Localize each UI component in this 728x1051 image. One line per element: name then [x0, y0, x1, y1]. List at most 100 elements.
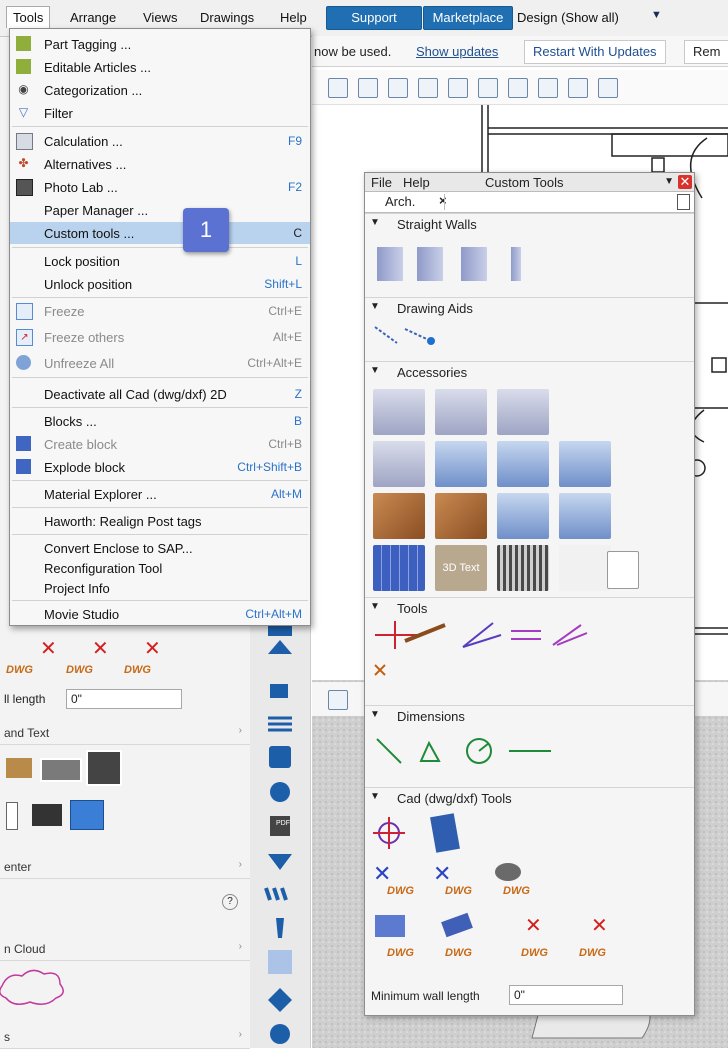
menu-item-create-block[interactable]: Create block Ctrl+B: [10, 433, 310, 455]
section-accessories[interactable]: ▼ Accessories: [365, 361, 694, 382]
menu-item-deactivate-cad[interactable]: Deactivate all Cad (dwg/dxf) 2D Z: [10, 383, 310, 405]
section-tools[interactable]: ▼ Tools: [365, 597, 694, 618]
zoom-out-icon[interactable]: [448, 78, 468, 98]
menu-item-filter[interactable]: ▽ Filter: [10, 102, 310, 124]
section-cloud[interactable]: n Cloud ›: [0, 938, 250, 961]
support-button[interactable]: Support: [326, 6, 422, 30]
menu-item-freeze[interactable]: Freeze Ctrl+E: [10, 300, 310, 322]
menu-item-unlock-position[interactable]: Unlock position Shift+L: [10, 273, 310, 295]
image-icon[interactable]: [6, 758, 32, 778]
cad-hide-icon[interactable]: ✕: [433, 861, 451, 887]
window-frame-icon[interactable]: [559, 441, 611, 487]
menu-item-lock-position[interactable]: Lock position L: [10, 250, 310, 272]
menu-item-freeze-others[interactable]: ↗ Freeze others Alt+E: [10, 326, 310, 348]
zoom-in-icon[interactable]: [418, 78, 438, 98]
document-icon[interactable]: [6, 802, 18, 830]
drape-icon[interactable]: [497, 493, 549, 539]
cad-deactivate-icon[interactable]: ✕: [373, 861, 391, 887]
menu-item-project-info[interactable]: Project Info: [10, 577, 310, 599]
section-straight-walls[interactable]: ▼ Straight Walls: [365, 213, 694, 234]
menu-item-reconfiguration[interactable]: Reconfiguration Tool: [10, 557, 310, 579]
zoom-selection-icon[interactable]: [508, 78, 528, 98]
image-text-icon[interactable]: [40, 758, 82, 782]
menu-item-paper-manager[interactable]: Paper Manager ...: [10, 199, 310, 221]
remove-button[interactable]: Rem: [684, 40, 728, 64]
wall-tool-icon[interactable]: [417, 247, 443, 281]
double-drape-icon[interactable]: [559, 493, 611, 539]
menu-help[interactable]: Help: [403, 175, 430, 190]
zoom-extents-icon[interactable]: [388, 78, 408, 98]
wall-tool-icon[interactable]: [377, 247, 403, 281]
curtain-icon[interactable]: [435, 493, 487, 539]
show-updates-link[interactable]: Show updates: [416, 44, 498, 59]
section-last[interactable]: s ›: [0, 1026, 250, 1049]
menu-drawings[interactable]: Drawings: [200, 10, 254, 25]
typewriter-icon[interactable]: [32, 804, 62, 826]
menu-item-material-explorer[interactable]: Material Explorer ... Alt+M: [10, 483, 310, 505]
cad-view-icon[interactable]: [495, 863, 521, 881]
delete-icon[interactable]: ✕: [144, 636, 161, 661]
grid-panel-icon[interactable]: [373, 545, 425, 591]
menu-views[interactable]: Views: [143, 10, 177, 25]
cloud-shape-icon[interactable]: [0, 966, 70, 1006]
delete-icon[interactable]: ✕: [40, 636, 57, 661]
menu-item-categorization[interactable]: ◉ Categorization ...: [10, 79, 310, 101]
cad-block-icon[interactable]: [375, 915, 405, 937]
pipe-icon[interactable]: [559, 545, 611, 591]
tab-arch[interactable]: Arch.: [385, 194, 415, 209]
delete-icon[interactable]: ✕: [591, 913, 608, 938]
marketplace-button[interactable]: Marketplace: [423, 6, 513, 30]
chevron-down-icon[interactable]: ▼: [651, 9, 662, 21]
menu-tools[interactable]: Tools: [6, 6, 51, 28]
panel-menu-caret-icon[interactable]: ▼: [664, 176, 674, 187]
section-text[interactable]: and Text ›: [0, 722, 250, 745]
section-cad-tools[interactable]: ▼ Cad (dwg/dxf) Tools: [365, 787, 694, 808]
door-swing-icon[interactable]: [497, 389, 549, 435]
design-selector[interactable]: Design (Show all): [517, 10, 619, 25]
arched-door-icon[interactable]: [435, 389, 487, 435]
menu-item-part-tagging[interactable]: Part Tagging ...: [10, 33, 310, 55]
object-info-icon[interactable]: [568, 78, 588, 98]
help-icon[interactable]: ?: [222, 894, 238, 910]
menu-arrange[interactable]: Arrange: [70, 10, 116, 25]
menu-help[interactable]: Help: [280, 10, 307, 25]
close-icon[interactable]: ✕: [678, 175, 692, 189]
new-page-icon[interactable]: [677, 194, 690, 210]
menu-item-movie-studio[interactable]: Movie Studio Ctrl+Alt+M: [10, 603, 310, 625]
3d-text-icon[interactable]: 3D Text: [435, 545, 487, 591]
table-icon[interactable]: [70, 800, 104, 830]
sheet-icon[interactable]: [607, 551, 639, 589]
menu-item-haworth-realign[interactable]: Haworth: Realign Post tags: [10, 510, 310, 532]
menu-item-blocks[interactable]: Blocks ... B: [10, 410, 310, 432]
menu-item-calculation[interactable]: Calculation ... F9: [10, 130, 310, 152]
menu-item-unfreeze-all[interactable]: Unfreeze All Ctrl+Alt+E: [10, 352, 310, 374]
restart-updates-button[interactable]: Restart With Updates: [524, 40, 666, 64]
select-area-icon[interactable]: [598, 78, 618, 98]
wall-length-input[interactable]: 0": [66, 689, 182, 709]
fit-page-icon[interactable]: [538, 78, 558, 98]
menu-item-custom-tools[interactable]: Custom tools ... C: [10, 222, 310, 244]
menu-file[interactable]: File: [371, 175, 392, 190]
custom-tools-titlebar[interactable]: File Help Custom Tools ▼ ✕: [365, 173, 694, 192]
section-drawing-aids[interactable]: ▼ Drawing Aids: [365, 297, 694, 318]
view-1-icon[interactable]: [328, 78, 348, 98]
menu-item-photo-lab[interactable]: Photo Lab ... F2: [10, 176, 310, 198]
window-sill-icon[interactable]: [497, 441, 549, 487]
wall-tool-icon[interactable]: [511, 247, 521, 281]
view-2-icon[interactable]: [358, 78, 378, 98]
menu-item-convert-enclose[interactable]: Convert Enclose to SAP...: [10, 537, 310, 559]
menu-item-alternatives[interactable]: ✤ Alternatives ...: [10, 153, 310, 175]
door-icon[interactable]: [373, 389, 425, 435]
wall-tool-icon[interactable]: [461, 247, 487, 281]
cad-pen-icon[interactable]: [441, 912, 473, 938]
min-wall-length-input[interactable]: 0": [509, 985, 623, 1005]
zoom-window-icon[interactable]: [478, 78, 498, 98]
blind-icon[interactable]: [373, 493, 425, 539]
window-icon[interactable]: [435, 441, 487, 487]
section-dimensions[interactable]: ▼ Dimensions: [365, 705, 694, 726]
film-icon[interactable]: [86, 750, 122, 786]
menu-item-explode-block[interactable]: Explode block Ctrl+Shift+B: [10, 456, 310, 478]
delete-icon[interactable]: ✕: [92, 636, 109, 661]
menu-item-editable-articles[interactable]: Editable Articles ...: [10, 56, 310, 78]
section-center[interactable]: enter ›: [0, 856, 250, 879]
